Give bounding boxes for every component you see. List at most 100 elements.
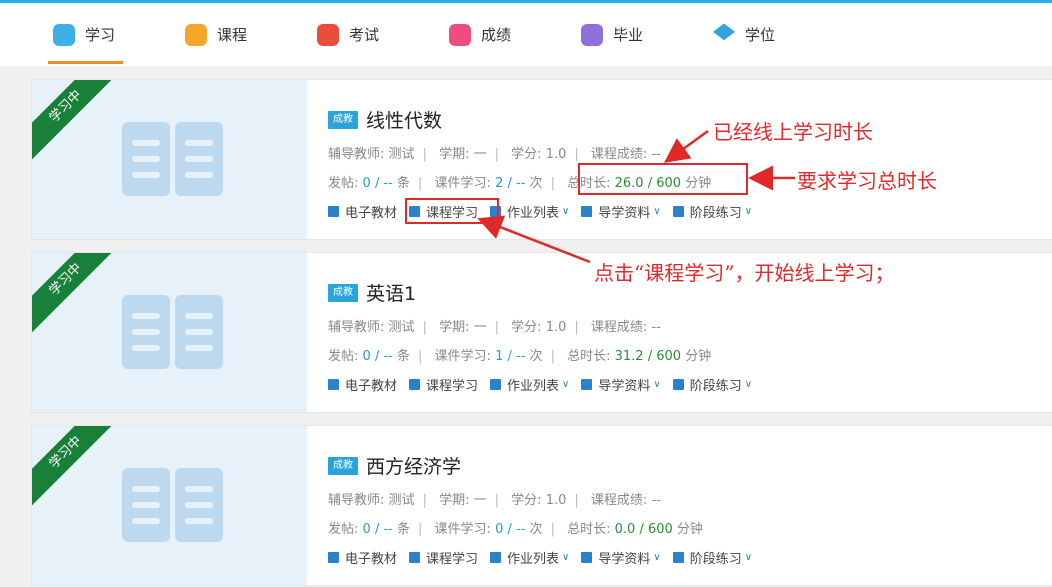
ebook-link[interactable]: 电子教材 <box>328 548 397 567</box>
teacher-value: 测试 <box>388 493 415 508</box>
book-icon <box>122 468 223 542</box>
top-nav: 学习 课程 考试 成绩 毕业 学位 <box>0 3 1052 66</box>
homework-dropdown[interactable]: 作业列表 ∨ <box>490 202 569 221</box>
category-badge: 成教 <box>328 456 358 475</box>
chevron-down-icon: ∨ <box>744 379 753 390</box>
edit-icon <box>672 379 684 390</box>
term-value: 一 <box>473 320 487 335</box>
exam-icon <box>317 23 339 46</box>
annotation-online-time: 已经线上学习时长 <box>713 120 873 144</box>
homework-dropdown[interactable]: 作业列表 ∨ <box>490 548 569 567</box>
practice-label: 阶段练习 <box>689 552 742 567</box>
nav-tab-label: 成绩 <box>481 26 512 44</box>
course-title-row: 成教 英语1 <box>328 279 416 306</box>
nav-tab-exam[interactable]: 考试 <box>317 3 379 66</box>
lesson-done[interactable]: 1 <box>495 349 503 364</box>
score-label: 课程成绩: <box>590 493 648 508</box>
score-icon <box>449 23 471 46</box>
active-tab-underline <box>48 61 124 64</box>
teacher-label: 辅导教师: <box>328 320 385 335</box>
course-title[interactable]: 西方经济学 <box>366 452 461 479</box>
course-study-link[interactable]: 课程学习 <box>409 548 478 567</box>
guide-label: 导学资料 <box>598 379 651 394</box>
course-cover[interactable]: 学习中 <box>32 253 307 412</box>
course-study-link[interactable]: 课程学习 <box>409 375 478 394</box>
lesson-total: / -- <box>507 349 526 364</box>
lesson-done[interactable]: 0 <box>495 522 503 537</box>
posts-done[interactable]: 0 <box>363 349 371 364</box>
credit-value: 1.0 <box>545 493 567 508</box>
nav-tab-degree[interactable]: 学位 <box>713 3 775 66</box>
homework-dropdown[interactable]: 作业列表 ∨ <box>490 375 569 394</box>
guide-dropdown[interactable]: 导学资料 ∨ <box>581 375 661 394</box>
posts-done[interactable]: 0 <box>363 522 371 537</box>
nav-tab-course[interactable]: 课程 <box>185 3 247 66</box>
nav-tab-label: 毕业 <box>613 26 644 44</box>
posts-done[interactable]: 0 <box>363 176 371 191</box>
nav-tab-graduation[interactable]: 毕业 <box>581 3 643 66</box>
posts-total: / -- <box>374 522 393 537</box>
course-card: 学习中 成教 线性代数 辅导教师: 测试 | 学期: 一 | 学分: 1.0 | 课程… <box>31 79 1052 240</box>
list-icon <box>581 552 593 563</box>
practice-dropdown[interactable]: 阶段练习 ∨ <box>672 548 752 567</box>
chevron-down-icon: ∨ <box>562 552 570 563</box>
score-value: -- <box>651 147 661 162</box>
nav-tab-score[interactable]: 成绩 <box>449 3 511 66</box>
folder-icon <box>490 552 502 563</box>
chevron-down-icon: ∨ <box>653 552 661 563</box>
posts-label: 发帖: <box>328 522 359 537</box>
lesson-total: / -- <box>507 522 526 537</box>
annotation-click-hint: 点击“课程学习”，开始线上学习； <box>594 261 895 285</box>
category-badge: 成教 <box>328 283 358 302</box>
practice-dropdown[interactable]: 阶段练习 ∨ <box>672 375 753 394</box>
chevron-down-icon: ∨ <box>744 206 753 217</box>
course-cover[interactable]: 学习中 <box>32 426 307 585</box>
ebook-icon <box>328 552 339 563</box>
ebook-link[interactable]: 电子教材 <box>328 202 397 221</box>
course-progress-row: 发帖: 0 / -- 条 | 课件学习: 1 / -- 次 | 总时长: 31.2 … <box>328 349 712 364</box>
play-icon <box>409 552 421 563</box>
book-icon <box>122 122 223 196</box>
course-action-links: 电子教材 课程学习 作业列表 ∨ 导学资料 ∨ 阶段练习 ∨ <box>328 375 764 394</box>
duration-unit: 分钟 <box>685 349 712 364</box>
course-title[interactable]: 线性代数 <box>366 106 442 133</box>
status-ribbon: 学习中 <box>32 80 125 166</box>
play-icon <box>409 379 421 390</box>
posts-unit: 条 <box>397 522 411 537</box>
credit-value: 1.0 <box>545 147 567 162</box>
duration-done: 0.0 <box>614 522 636 537</box>
lesson-done[interactable]: 2 <box>495 176 503 191</box>
course-meta-row: 辅导教师: 测试 | 学期: 一 | 学分: 1.0 | 课程成绩: -- <box>328 493 661 508</box>
posts-total: / -- <box>374 349 393 364</box>
practice-dropdown[interactable]: 阶段练习 ∨ <box>672 202 753 221</box>
lesson-label: 课件学习: <box>434 349 491 364</box>
course-title[interactable]: 英语1 <box>366 279 416 306</box>
guide-dropdown[interactable]: 导学资料 ∨ <box>581 548 661 567</box>
teacher-value: 测试 <box>388 147 415 162</box>
guide-label: 导学资料 <box>598 552 651 567</box>
practice-label: 阶段练习 <box>689 206 742 221</box>
chevron-down-icon: ∨ <box>653 379 661 390</box>
score-label: 课程成绩: <box>590 147 648 162</box>
duration-done: 31.2 <box>614 349 644 364</box>
course-progress-row: 发帖: 0 / -- 条 | 课件学习: 0 / -- 次 | 总时长: 0.0 /… <box>328 522 703 537</box>
status-ribbon: 学习中 <box>32 426 125 512</box>
ebook-icon <box>328 206 339 217</box>
course-study-label: 课程学习 <box>426 552 479 567</box>
duration-highlight-box <box>578 163 748 195</box>
duration-label: 总时长: <box>567 522 611 537</box>
practice-label: 阶段练习 <box>689 379 742 394</box>
course-title-row: 成教 线性代数 <box>328 106 442 133</box>
term-label: 学期: <box>439 493 470 508</box>
course-cover[interactable]: 学习中 <box>32 80 307 239</box>
chevron-down-icon: ∨ <box>562 206 570 217</box>
ebook-label: 电子教材 <box>345 206 398 221</box>
guide-dropdown[interactable]: 导学资料 ∨ <box>581 202 661 221</box>
nav-tab-label: 课程 <box>217 26 248 44</box>
course-action-links: 电子教材 课程学习 作业列表 ∨ 导学资料 ∨ 阶段练习 ∨ <box>328 202 764 221</box>
nav-tab-study[interactable]: 学习 <box>48 3 124 66</box>
duration-total: / 600 <box>639 522 673 537</box>
teacher-label: 辅导教师: <box>328 147 385 162</box>
lesson-unit: 次 <box>529 176 543 191</box>
ebook-link[interactable]: 电子教材 <box>328 375 397 394</box>
